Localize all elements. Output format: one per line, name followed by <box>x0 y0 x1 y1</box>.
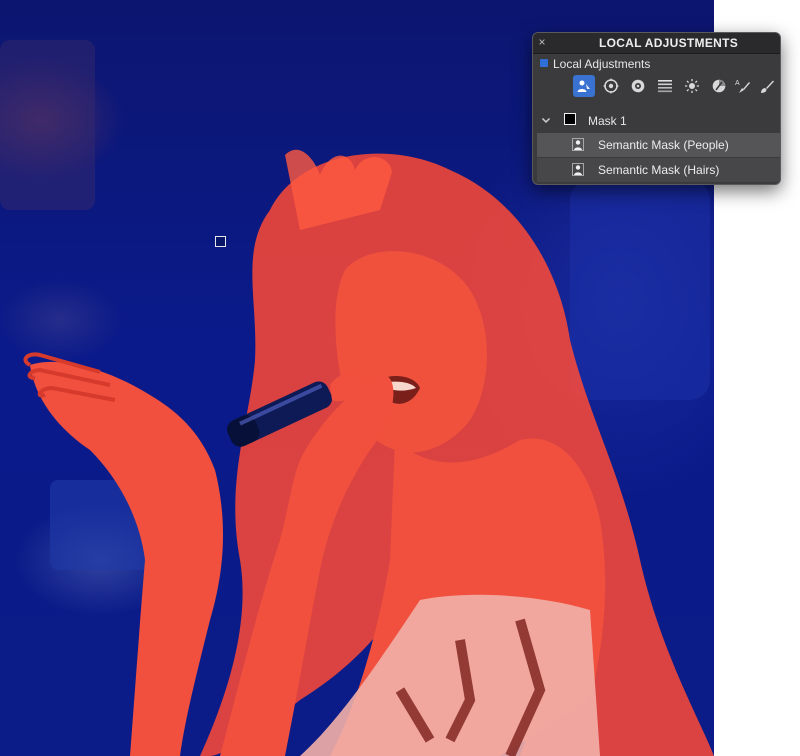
brush-tool-button[interactable] <box>756 75 778 97</box>
linear-gradient-tool-button[interactable] <box>654 75 676 97</box>
mask-layer-label: Semantic Mask (People) <box>598 138 729 152</box>
brightness-tool-button[interactable] <box>681 75 703 97</box>
color-picker-tool-button[interactable] <box>708 75 730 97</box>
radial-gradient-tool-button[interactable] <box>600 75 622 97</box>
panel-title: LOCAL ADJUSTMENTS <box>598 36 739 50</box>
object-mask-tool-button[interactable] <box>627 75 649 97</box>
auto-brush-icon: A <box>735 80 750 93</box>
mask-layer-item[interactable]: Semantic Mask (Hairs) <box>537 158 780 182</box>
person-icon <box>572 138 584 151</box>
section-label: Local Adjustments <box>553 57 651 71</box>
object-mask-icon <box>631 79 645 93</box>
panel-header: × LOCAL ADJUSTMENTS <box>533 33 780 54</box>
radial-gradient-icon <box>603 78 619 94</box>
color-picker-icon <box>712 79 726 93</box>
local-adjustments-section: Local Adjustments <box>533 54 780 72</box>
mask-layer-label: Semantic Mask (Hairs) <box>598 163 720 177</box>
brush-icon <box>761 80 774 93</box>
linear-gradient-icon <box>658 80 672 93</box>
section-enabled-checkbox[interactable] <box>540 59 548 67</box>
mask-tool-bar: A <box>533 73 780 99</box>
mask-label: Mask 1 <box>588 114 627 128</box>
mask-color-swatch[interactable] <box>564 113 576 125</box>
local-adjustments-panel: × LOCAL ADJUSTMENTS Local Adjustments A … <box>532 32 781 185</box>
mask-anchor-handle[interactable] <box>215 236 226 247</box>
chevron-down-icon[interactable] <box>540 114 552 126</box>
people-mask-icon <box>577 80 590 92</box>
people-mask-tool-button[interactable] <box>573 75 595 97</box>
mask-layer-item[interactable]: Semantic Mask (People) <box>537 133 780 157</box>
person-icon <box>572 163 584 176</box>
svg-text:A: A <box>735 80 740 87</box>
mask-row[interactable]: Mask 1 <box>533 109 780 133</box>
brightness-icon <box>685 79 699 93</box>
auto-brush-tool-button[interactable]: A <box>732 75 754 97</box>
